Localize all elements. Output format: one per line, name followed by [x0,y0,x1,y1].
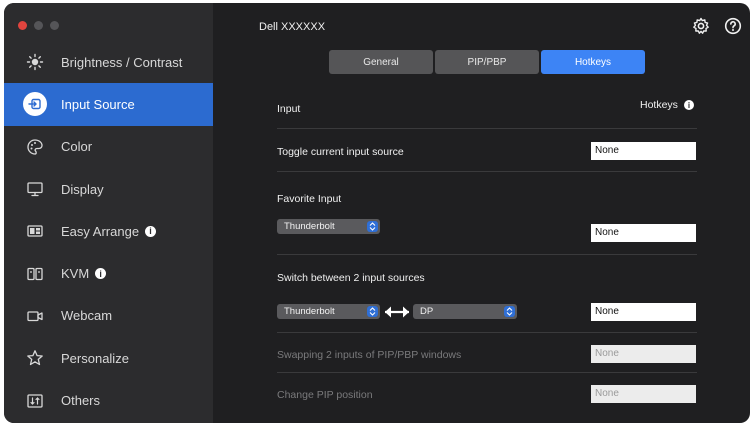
info-icon[interactable]: i [95,268,107,280]
sidebar-item-label: Personalize [61,350,129,366]
others-icon [26,392,44,410]
sidebar-item-personalize[interactable]: Personalize [4,337,213,379]
sidebar-item-label: Webcam [61,308,113,324]
divider [277,372,697,373]
monitor-icon [26,180,44,198]
tab-bar: General PIP/PBP Hotkeys [329,50,645,74]
divider [277,171,697,172]
change-pip-position-hotkey-field[interactable]: None [591,385,696,403]
chevron-up-down-icon [367,221,378,232]
sidebar-item-others[interactable]: Others [4,379,213,421]
tab-pip-pbp[interactable]: PIP/PBP [435,50,539,74]
favorite-input-value: Thunderbolt [284,221,335,232]
sidebar-item-color[interactable]: Color [4,126,213,168]
sidebar-item-label: Display [61,181,104,197]
change-pip-position-label: Change PIP position [277,389,373,401]
divider [277,332,697,333]
minimize-window-button[interactable] [34,21,43,30]
swap-pip-inputs-hotkey-field[interactable]: None [591,345,696,363]
sidebar-item-label: Others [61,393,101,409]
palette-icon [26,138,44,156]
sidebar-nav: Brightness / Contrast Input Source Color [4,41,213,422]
sidebar-item-label: KVM [61,266,90,282]
divider [277,128,697,129]
hotkeys-column-header: Hotkeys i [640,99,694,111]
switch-input-a-select[interactable]: Thunderbolt [277,304,380,319]
favorite-input-select[interactable]: Thunderbolt [277,219,380,234]
app-window: Brightness / Contrast Input Source Color [4,3,750,423]
sidebar-item-display[interactable]: Display [4,168,213,210]
sidebar-item-label: Color [61,139,93,155]
hotkeys-header-label: Hotkeys [640,99,678,111]
chevron-up-down-icon [367,306,378,317]
layout-icon [26,222,44,240]
sun-icon [26,53,44,71]
favorite-input-label: Favorite Input [277,193,342,205]
toggle-input-hotkey-field[interactable]: None [591,142,696,160]
window-controls [18,21,59,30]
sidebar-item-label: Input Source [61,96,135,112]
sidebar-item-easy-arrange[interactable]: Easy Arrange i [4,210,213,252]
swap-pip-inputs-label: Swapping 2 inputs of PIP/PBP windows [277,349,462,361]
sidebar-item-input-source[interactable]: Input Source [4,83,213,126]
input-source-icon [23,92,47,117]
divider [277,254,697,255]
gear-icon[interactable] [692,17,710,35]
sidebar-item-kvm[interactable]: KVM i [4,252,213,294]
favorite-input-hotkey-field[interactable]: None [591,224,696,242]
tab-hotkeys[interactable]: Hotkeys [541,50,645,74]
sidebar-item-brightness-contrast[interactable]: Brightness / Contrast [4,41,213,83]
sidebar-item-webcam[interactable]: Webcam [4,295,213,337]
star-icon [26,349,44,367]
close-window-button[interactable] [18,21,27,30]
input-column-header: Input [277,103,301,115]
switch-inputs-label: Switch between 2 input sources [277,272,425,284]
switch-input-a-value: Thunderbolt [284,306,335,317]
toggle-input-label: Toggle current input source [277,146,404,158]
sidebar-item-label: Brightness / Contrast [61,54,183,70]
info-icon[interactable]: i [683,100,694,110]
info-icon[interactable]: i [145,225,157,237]
kvm-icon [26,265,44,283]
sidebar: Brightness / Contrast Input Source Color [4,3,213,423]
swap-arrows-icon [385,306,409,318]
switch-input-b-select[interactable]: DP [413,304,517,319]
webcam-icon [26,307,44,325]
zoom-window-button[interactable] [50,21,59,30]
window-title: Dell XXXXXX [259,21,326,33]
help-icon[interactable] [724,17,742,35]
sidebar-item-label: Easy Arrange [61,223,140,239]
switch-input-b-value: DP [420,306,434,317]
switch-inputs-hotkey-field[interactable]: None [591,303,696,321]
tab-general[interactable]: General [329,50,433,74]
chevron-up-down-icon [504,306,515,317]
